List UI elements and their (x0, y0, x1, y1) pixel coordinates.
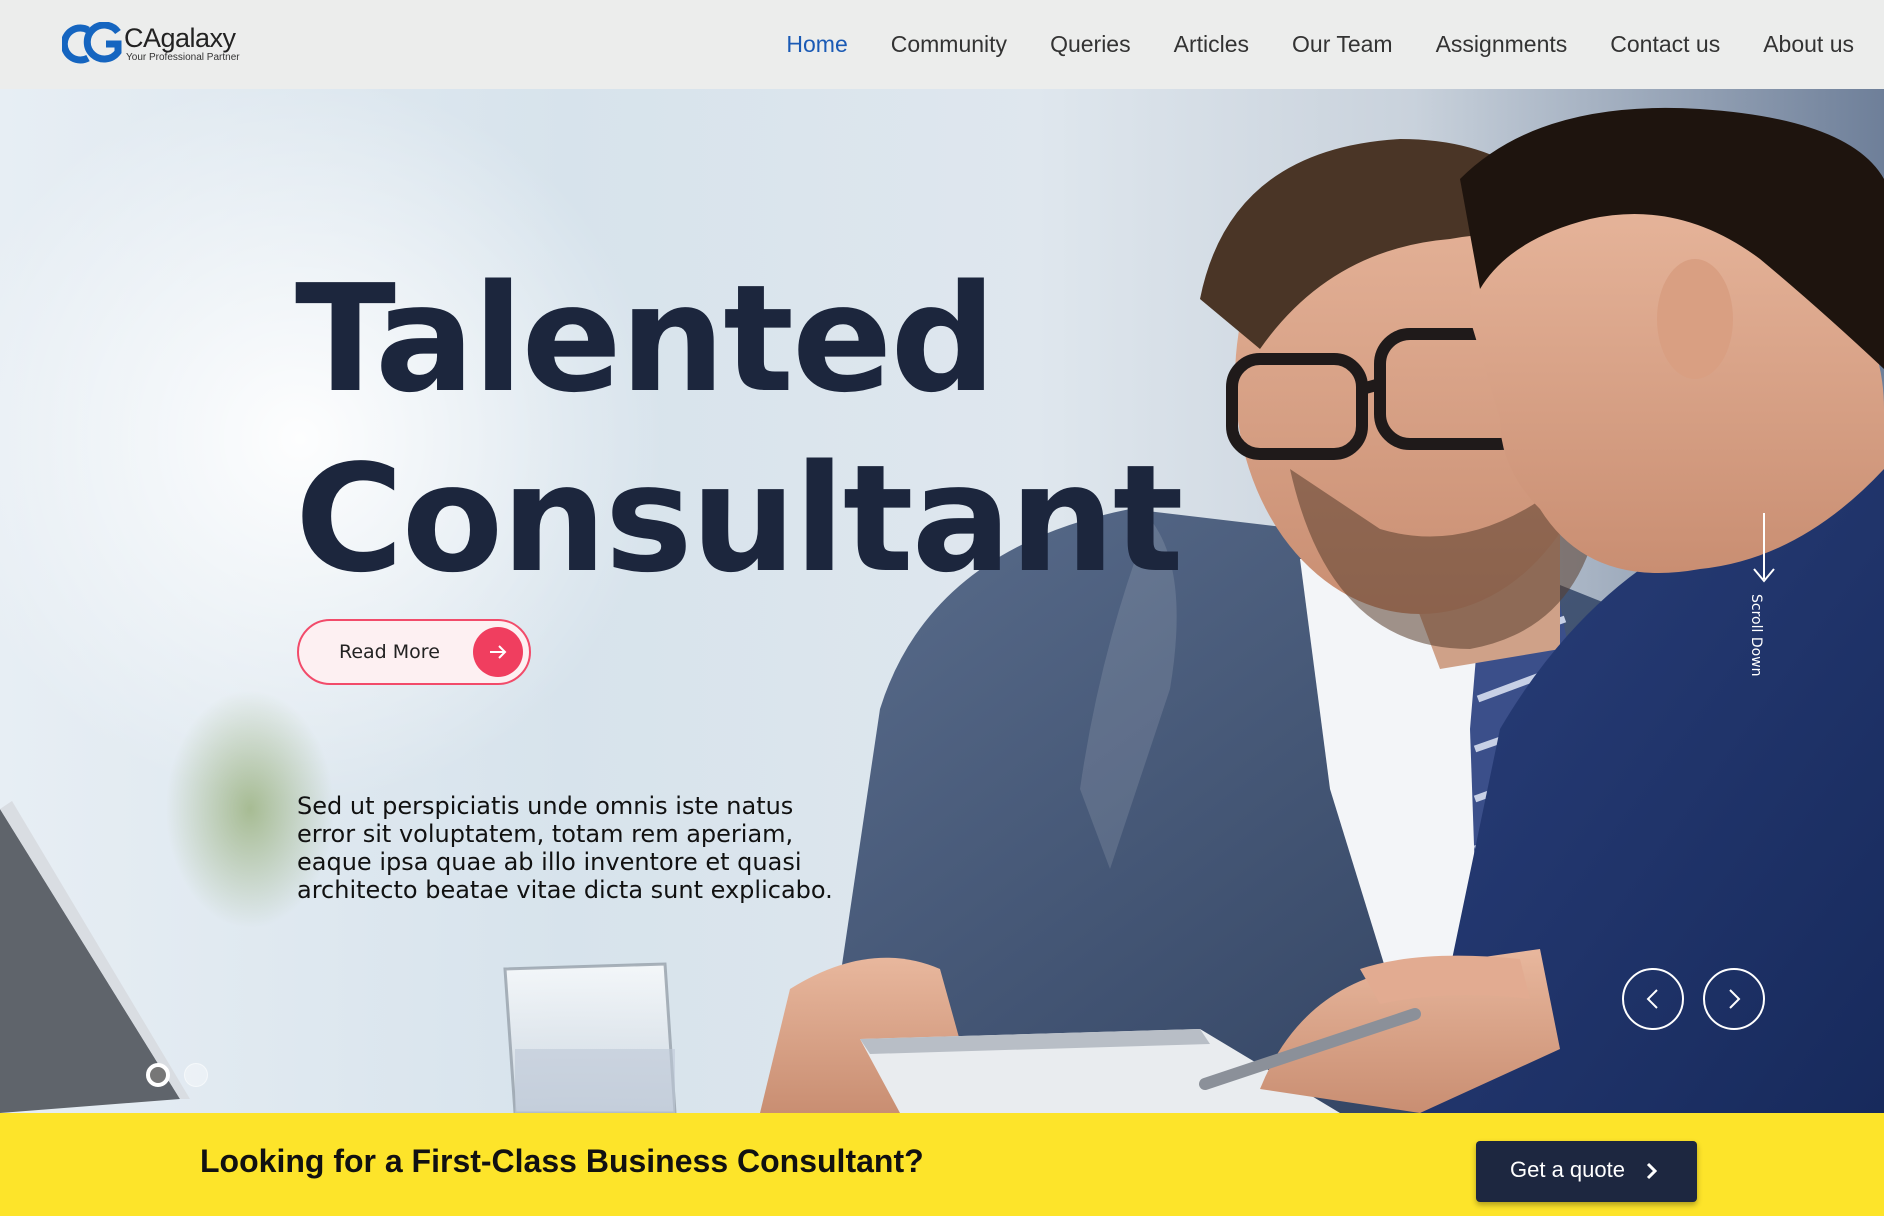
nav-about-us[interactable]: About us (1763, 26, 1854, 62)
slider-next-button[interactable] (1703, 968, 1765, 1030)
read-more-button[interactable]: Read More (297, 619, 531, 685)
logo[interactable]: CAgalaxy Your Professional Partner (62, 22, 240, 66)
get-a-quote-button[interactable]: Get a quote (1476, 1141, 1697, 1202)
slider-dot-2[interactable] (184, 1063, 208, 1087)
read-more-label: Read More (339, 641, 440, 663)
nav-queries[interactable]: Queries (1050, 26, 1131, 62)
hero-headline-line2: Consultant (295, 433, 1184, 605)
hero-slider: Talented Consultant Read More Sed ut per… (0, 89, 1884, 1113)
main-nav: Home Community Queries Articles Our Team… (743, 26, 1854, 62)
site-header: CAgalaxy Your Professional Partner Home … (0, 0, 1884, 89)
cta-bar: Looking for a First-Class Business Consu… (0, 1113, 1884, 1216)
hero-headline: Talented Consultant (295, 249, 1184, 609)
hero-headline-line1: Talented (295, 253, 996, 425)
slider-prev-button[interactable] (1622, 968, 1684, 1030)
chevron-left-icon (1646, 989, 1658, 1009)
logo-name: CAgalaxy (124, 23, 236, 53)
nav-community[interactable]: Community (891, 26, 1007, 62)
scroll-down-label[interactable]: Scroll Down (1748, 594, 1764, 677)
slider-dots (146, 1063, 222, 1087)
logo-tagline: Your Professional Partner (126, 52, 240, 63)
arrow-right-icon (473, 627, 523, 677)
nav-assignments[interactable]: Assignments (1436, 26, 1568, 62)
get-a-quote-label: Get a quote (1510, 1157, 1625, 1182)
nav-our-team[interactable]: Our Team (1292, 26, 1393, 62)
nav-home[interactable]: Home (786, 26, 847, 62)
cta-text: Looking for a First-Class Business Consu… (200, 1143, 924, 1179)
chevron-right-icon (1729, 989, 1741, 1009)
hero-description: Sed ut perspiciatis unde omnis iste natu… (297, 792, 833, 904)
nav-articles[interactable]: Articles (1174, 26, 1249, 62)
slider-dot-1[interactable] (146, 1063, 170, 1087)
chevron-right-icon (1646, 1162, 1657, 1180)
nav-contact-us[interactable]: Contact us (1610, 26, 1720, 62)
logo-mark-icon (62, 22, 122, 64)
